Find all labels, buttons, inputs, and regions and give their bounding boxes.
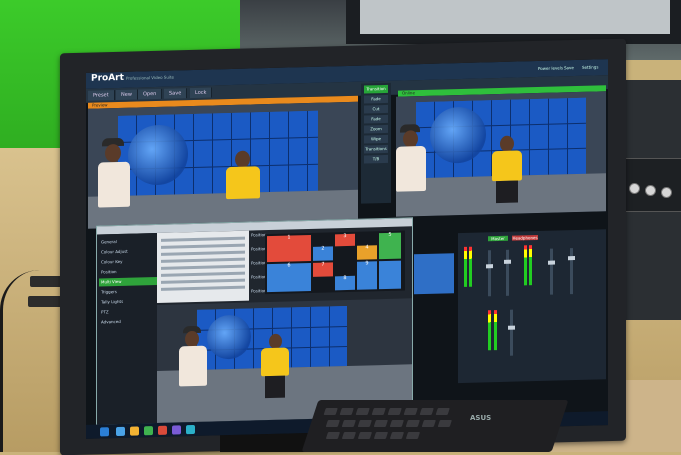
person-legs [265, 375, 285, 399]
sidebar-item-advanced[interactable]: Advanced [99, 317, 157, 327]
layout-cell[interactable]: 3 [335, 233, 355, 247]
settings-sidebar: General Colour Adjust Colour Key Positio… [97, 232, 157, 425]
person-body [261, 347, 289, 377]
layout-cell[interactable]: 8 [335, 275, 355, 291]
layout-cell[interactable]: 4 [357, 244, 377, 260]
toolbar-lock-button[interactable]: Lock [190, 87, 213, 99]
audio-fader[interactable] [550, 248, 553, 295]
keyboard-brand: ASUS [470, 414, 492, 422]
audio-meter [464, 246, 467, 287]
person-body [396, 145, 426, 192]
toolbar-open-button[interactable]: Open [138, 88, 163, 100]
control-cut-button[interactable]: Cut [364, 104, 388, 114]
transition-highlight-button[interactable]: Transition [364, 84, 388, 94]
audio-fader[interactable] [570, 248, 573, 295]
person-legs [496, 180, 518, 204]
fader-knob[interactable] [504, 259, 511, 264]
topbar-power-levels[interactable]: Power levels [538, 65, 563, 71]
sidebar-item-colour-adjust[interactable]: Colour Adjust [99, 247, 157, 257]
app-brand: ProArt [91, 72, 124, 84]
control-fade-button[interactable]: Fade [364, 94, 388, 104]
fader-knob[interactable] [486, 264, 493, 269]
topbar-save[interactable]: Save [564, 65, 574, 70]
sidebar-item-multi-view[interactable]: Multi View [99, 276, 157, 287]
sidebar-item-ptz[interactable]: PTZ [99, 307, 157, 317]
cell-number: 3 [343, 233, 347, 240]
taskbar-app-icon[interactable] [172, 425, 181, 435]
layout-cell[interactable]: 5 [379, 231, 401, 260]
toolbar-new-button[interactable]: New [116, 89, 138, 101]
transition-controls: Transition Fade Cut Fade Zoom Wipe Trans… [361, 82, 391, 204]
layout-cell[interactable] [379, 260, 401, 290]
audio-mixer: Master Headphones [458, 229, 606, 384]
layer-list[interactable] [157, 230, 249, 303]
taskbar-app-icon[interactable] [158, 425, 167, 435]
taskbar-app-icon[interactable] [186, 424, 195, 435]
audio-meter [529, 245, 532, 286]
sidebar-item-triggers[interactable]: Triggers [99, 287, 157, 297]
audio-fader[interactable] [506, 249, 509, 296]
input-thumbnail[interactable] [414, 253, 454, 295]
cell-number: 8 [343, 275, 347, 282]
app-brand-sub: Professional Video Suite [126, 74, 175, 81]
person-body [98, 161, 130, 208]
sidebar-item-general[interactable]: General [99, 237, 157, 247]
layout-cell[interactable]: 2 [313, 246, 333, 261]
person-body [226, 166, 260, 200]
sidebar-item-tally-lights[interactable]: Tally Lights [99, 297, 157, 307]
fader-knob[interactable] [568, 256, 575, 261]
topbar-settings[interactable]: Settings [582, 64, 598, 69]
background-monitor-screen [360, 0, 670, 34]
cell-number: 6 [287, 262, 291, 269]
mixer-tab-master[interactable]: Master [488, 235, 508, 242]
layout-cell[interactable]: 7 [313, 262, 333, 277]
toolbar-save-button[interactable]: Save [164, 88, 188, 99]
program-video[interactable] [396, 91, 606, 217]
control-wipe-button[interactable]: Wipe [364, 134, 388, 144]
bnc-connector-icon [629, 183, 640, 194]
cell-number: 2 [321, 245, 325, 252]
sidebar-item-colour-key[interactable]: Colour Key [99, 257, 157, 267]
audio-meter [524, 245, 527, 286]
cell-number: 4 [365, 244, 369, 251]
multiview-layout-grid[interactable]: 1 2 3 4 5 6 7 8 9 [265, 230, 405, 295]
folder-icon[interactable] [130, 426, 139, 436]
taskbar-app-icon[interactable] [116, 426, 125, 437]
input-settings-window: General Colour Adjust Colour Key Positio… [96, 217, 413, 426]
fader-knob[interactable] [508, 325, 515, 330]
start-icon[interactable] [100, 427, 109, 437]
control-fade2-button[interactable]: Fade [364, 114, 388, 124]
audio-meter [494, 310, 497, 351]
sidebar-item-position[interactable]: Position [99, 267, 157, 277]
fader-knob[interactable] [548, 260, 555, 265]
control-transitions-button[interactable]: Transitions [364, 144, 388, 154]
control-zoom-button[interactable]: Zoom [364, 124, 388, 134]
layout-cell[interactable]: 1 [267, 234, 311, 263]
cell-number: 1 [287, 234, 291, 241]
bnc-connector-icon [661, 187, 672, 198]
layout-cell[interactable]: 6 [267, 262, 311, 293]
cell-number: 7 [321, 261, 325, 268]
audio-meter [488, 310, 491, 351]
audio-fader[interactable] [510, 309, 513, 356]
cell-number: 5 [388, 231, 392, 238]
monitor-screen: ProArt Professional Video Suite Power le… [86, 59, 608, 439]
layout-cell[interactable]: 9 [357, 260, 377, 290]
cell-number: 9 [365, 260, 369, 267]
mixer-tab-headphones[interactable]: Headphones [512, 234, 538, 241]
taskbar-app-icon[interactable] [144, 426, 153, 436]
audio-fader[interactable] [488, 250, 491, 297]
preview-video[interactable] [88, 101, 358, 229]
audio-meter [469, 246, 472, 287]
control-tb-button[interactable]: T/B [364, 154, 388, 164]
toolbar-preset-button[interactable]: Preset [88, 90, 115, 101]
bnc-connector-icon [645, 185, 656, 196]
person-body [492, 150, 522, 182]
keyboard[interactable] [301, 400, 569, 452]
person-body [179, 345, 207, 387]
